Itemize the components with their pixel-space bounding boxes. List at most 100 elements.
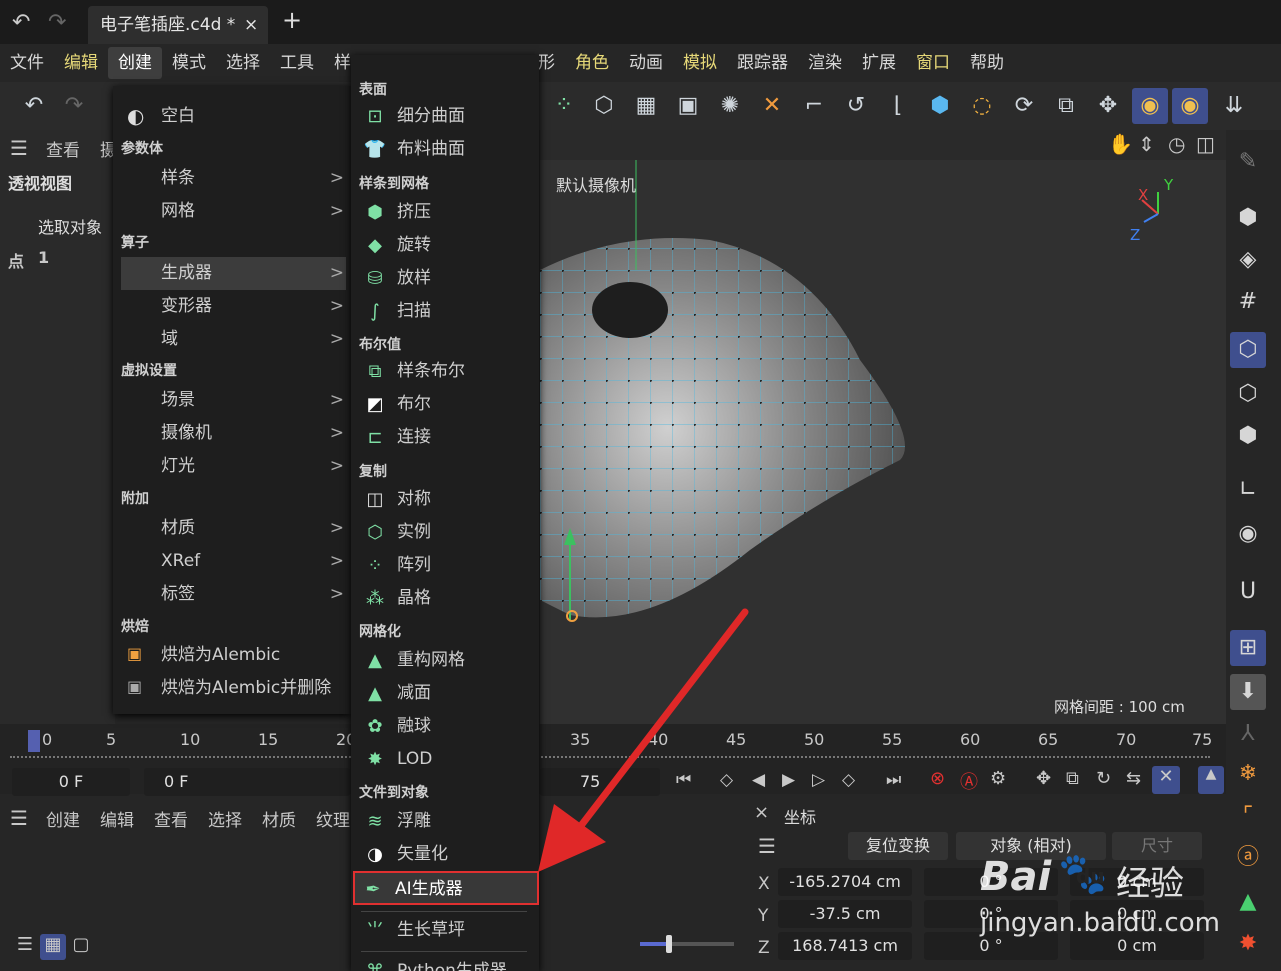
lock-workplane-icon[interactable]: ⊞ [1230, 630, 1266, 666]
create-spline[interactable]: 样条 > [121, 162, 346, 195]
next-key-icon[interactable]: ◇ [842, 770, 855, 790]
frame-start-field[interactable]: 0 F [12, 768, 130, 796]
triangle-icon[interactable]: ▲ [1230, 884, 1266, 920]
gen-ai-generator[interactable]: ✒ AI生成器 [353, 871, 539, 905]
light-icon[interactable]: ✺ [712, 88, 748, 124]
bottom-menu-texture[interactable]: 纹理 [316, 806, 350, 831]
snap-icon[interactable]: Ս [1230, 574, 1266, 610]
gen-relief[interactable]: ≋ 浮雕 [357, 805, 533, 838]
bottom-menu-edit[interactable]: 编辑 [100, 806, 134, 831]
key-scale-icon[interactable]: ⧉ [1066, 768, 1079, 789]
download-icon[interactable]: ⇊ [1216, 88, 1252, 124]
gen-python[interactable]: ⌘ Python生成器 [357, 955, 533, 971]
scene-icon[interactable]: ✕ [754, 88, 790, 124]
gen-grow-grass[interactable]: ⺌生长草坪 [357, 914, 533, 947]
bottom-menu-view[interactable]: 查看 [154, 806, 188, 831]
bake-alembic[interactable]: 烘焙为Alembic [121, 639, 346, 672]
create-tag[interactable]: 标签 > [121, 578, 346, 611]
close-tab-icon[interactable]: × [244, 6, 258, 44]
gen-extrude[interactable]: ⬢ 挤压 [357, 196, 533, 229]
move-icon[interactable]: ✥ [1090, 88, 1126, 124]
rotate-icon[interactable]: ⟳ [1006, 88, 1042, 124]
bottom-menu-material[interactable]: 材质 [262, 806, 296, 831]
joint-icon[interactable]: ⅄ [1230, 716, 1266, 752]
axis-icon-3[interactable]: ⌊ [880, 88, 916, 124]
select-icon[interactable]: ◌ [964, 88, 1000, 124]
create-fields[interactable]: 域 > [121, 323, 346, 356]
burst-icon[interactable]: ✸ [1230, 926, 1266, 962]
polygons-mode-icon[interactable]: ⬢ [1230, 418, 1266, 454]
bake-alembic-delete[interactable]: 烘焙为Alembic并删除 [121, 672, 346, 705]
scale-icon[interactable]: ⧉ [1048, 88, 1084, 124]
points-mode-icon[interactable]: ⬡ [1230, 332, 1266, 368]
create-xref[interactable]: XRef > [121, 545, 346, 578]
gen-connect[interactable]: ⊏ 连接 [357, 421, 533, 454]
pos-x-field[interactable]: -165.2704 cm [778, 868, 912, 896]
menu-character[interactable]: 角色 [565, 47, 619, 79]
autokey-icon[interactable]: Ⓐ [960, 768, 978, 794]
toolbar-redo-icon[interactable]: ↷ [56, 88, 92, 124]
gen-cloth[interactable]: 👕 布料曲面 [357, 133, 533, 166]
cloner-icon[interactable]: ⁘ [546, 88, 582, 124]
menu-mode[interactable]: 模式 [162, 47, 216, 79]
menu-select[interactable]: 选择 [216, 47, 270, 79]
undo-icon[interactable]: ↶ [12, 10, 30, 35]
gen-vectorizer[interactable]: ◑ 矢量化 [357, 838, 533, 871]
reset-transform-button[interactable]: 复位变换 [848, 832, 948, 860]
create-mesh[interactable]: 网格 > [121, 195, 346, 228]
record-icon[interactable]: ⊗ [930, 768, 945, 789]
menu-window[interactable]: 窗口 [906, 47, 960, 79]
gen-spline-boolean[interactable]: ⧉ 样条布尔 [357, 355, 533, 388]
menu-render[interactable]: 渲染 [798, 47, 852, 79]
keyframe-settings-icon[interactable]: ⚙ [990, 768, 1006, 789]
gen-lod[interactable]: ✸ LOD [357, 743, 533, 776]
menu-edit[interactable]: 编辑 [54, 47, 108, 79]
play-icon[interactable]: ▶ [782, 770, 795, 790]
zoom-slider-handle[interactable] [666, 935, 672, 953]
arrow-down-icon[interactable]: ⬇ [1230, 674, 1266, 710]
gen-sweep[interactable]: ∫ 扫描 [357, 295, 533, 328]
menu-tools[interactable]: 工具 [270, 47, 324, 79]
gen-atom-array[interactable]: ⁂ 晶格 [357, 582, 533, 615]
live-select-2-icon[interactable]: ◉ [1172, 88, 1208, 124]
hamburger-icon[interactable]: ☰ [10, 136, 28, 160]
zoom-slider[interactable] [640, 935, 734, 953]
axis-mode-icon[interactable]: ∟ [1230, 472, 1266, 508]
pos-y-field[interactable]: -37.5 cm [778, 900, 912, 928]
edit-icon[interactable]: ✎ [1230, 144, 1266, 180]
list-view-icon[interactable]: ☰ [12, 934, 38, 960]
bottom-menu-select[interactable]: 选择 [208, 806, 242, 831]
new-tab-button[interactable]: + [282, 6, 302, 34]
menu-animation[interactable]: 动画 [619, 47, 673, 79]
texture-mode-icon[interactable]: ◈ [1230, 242, 1266, 278]
create-null[interactable]: 空白 [121, 100, 346, 133]
next-frame-icon[interactable]: ▷ [812, 770, 825, 790]
playhead[interactable] [28, 730, 40, 752]
menu-simulate[interactable]: 模拟 [673, 47, 727, 79]
menu-mograph[interactable]: 形 [538, 47, 565, 79]
large-view-icon[interactable]: ▢ [68, 934, 94, 960]
frame-current-field[interactable]: 0 F [144, 768, 350, 796]
key-rot-icon[interactable]: ↻ [1096, 768, 1111, 789]
axis-icon-2[interactable]: ↺ [838, 88, 874, 124]
gen-array[interactable]: ⁘ 阵列 [357, 549, 533, 582]
create-light[interactable]: 灯光 > [121, 450, 346, 483]
pan-icon[interactable]: ✋ [1108, 132, 1133, 156]
plugin-icon[interactable]: ⓐ [1230, 840, 1266, 876]
view-menu[interactable]: 查看 [46, 136, 80, 161]
live-select-icon[interactable]: ◉ [1132, 88, 1168, 124]
grid-view-icon[interactable]: ▦ [40, 934, 66, 960]
orbit-icon[interactable]: ◷ [1168, 132, 1185, 156]
key-param-icon[interactable]: ⇆ [1126, 768, 1141, 789]
dolly-icon[interactable]: ⇕ [1138, 132, 1155, 156]
create-generators[interactable]: 生成器 > [121, 257, 346, 290]
grid-tool-icon[interactable]: ▦ [628, 88, 664, 124]
model-mode-icon[interactable]: ⬢ [1230, 200, 1266, 236]
solo-icon[interactable]: ◉ [1230, 516, 1266, 552]
go-end-icon[interactable]: ⏭ [886, 770, 901, 790]
bottom-hamburger-icon[interactable]: ☰ [10, 806, 28, 830]
corner-icon[interactable]: ⌜ [1230, 798, 1266, 834]
gen-metaball[interactable]: ✿ 融球 [357, 710, 533, 743]
gen-remesh[interactable]: ▲ 重构网格 [357, 644, 533, 677]
select-object-label[interactable]: 选取对象 [38, 214, 102, 238]
